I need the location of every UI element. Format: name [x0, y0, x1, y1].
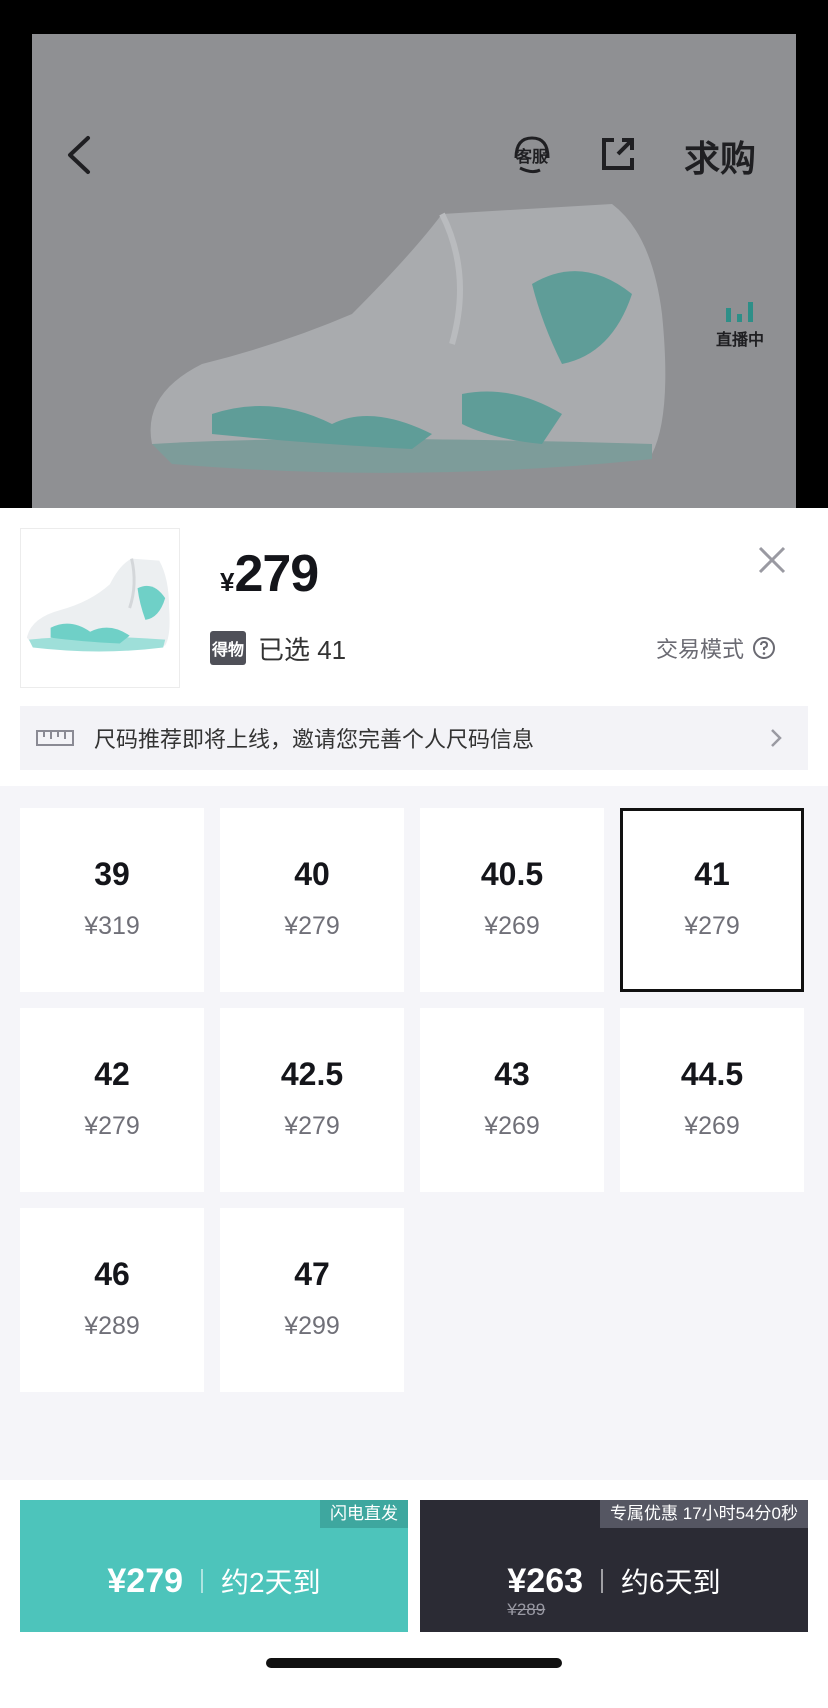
discount-price-group: ¥263 ¥289	[507, 1561, 584, 1619]
size-price: ¥279	[284, 1112, 340, 1140]
size-option[interactable]: 42.5 ¥279	[220, 1008, 404, 1192]
size-option[interactable]: 42 ¥279	[20, 1008, 204, 1192]
size-label: 42.5	[280, 1056, 344, 1092]
buy-discount-button[interactable]: 专属优惠 17小时54分0秒 ¥263 ¥289 约6天到	[420, 1500, 808, 1632]
selected-size-row: 得物 已选 41	[210, 630, 346, 666]
buy-fast-delivery-button[interactable]: 闪电直发 ¥279 约2天到	[20, 1500, 408, 1632]
chevron-right-icon	[771, 729, 782, 747]
shoe-thumbnail-image	[26, 558, 170, 652]
original-price: ¥289	[507, 1599, 546, 1619]
size-option[interactable]: 47 ¥299	[220, 1208, 404, 1392]
size-option[interactable]: 46 ¥289	[20, 1208, 204, 1392]
size-option-selected[interactable]: 41 ¥279	[620, 808, 804, 992]
ruler-icon	[36, 730, 74, 746]
price-value: 279	[234, 545, 319, 603]
customer-service-label: 客服	[516, 147, 549, 166]
size-option[interactable]: 40 ¥279	[220, 808, 404, 992]
customer-service-button[interactable]: 客服	[510, 132, 554, 176]
currency-symbol: ¥	[220, 567, 235, 597]
size-banner-text: 尺码推荐即将上线，邀请您完善个人尺码信息	[94, 727, 535, 752]
divider	[201, 1569, 204, 1593]
size-label: 39	[94, 856, 130, 892]
product-thumbnail	[20, 528, 180, 688]
shoe-image	[150, 204, 666, 473]
size-label: 40.5	[480, 856, 544, 892]
live-label: 直播中	[715, 332, 764, 349]
size-option[interactable]: 39 ¥319	[20, 808, 204, 992]
divider	[601, 1569, 604, 1593]
live-bars-icon	[726, 302, 753, 322]
sheet-header: ¥279 得物 已选 41 交易模式 尺码推荐即将上线，邀请您完善个人尺码信息	[0, 508, 828, 786]
purchase-action-bar: 闪电直发 ¥279 约2天到 专属优惠 17小时54分0秒 ¥263 ¥289 …	[0, 1480, 828, 1708]
size-label: 46	[94, 1256, 130, 1292]
share-icon[interactable]	[598, 134, 638, 174]
home-indicator[interactable]	[266, 1658, 562, 1668]
size-label: 42	[94, 1056, 130, 1092]
size-option[interactable]: 40.5 ¥269	[420, 808, 604, 992]
selected-size-text: 已选 41	[258, 634, 347, 665]
trade-mode-link[interactable]: 交易模式	[656, 632, 776, 664]
close-icon[interactable]	[756, 544, 788, 576]
size-option[interactable]: 43 ¥269	[420, 1008, 604, 1192]
discount-eta: 约6天到	[621, 1567, 721, 1598]
buy-request-button[interactable]: 求购	[684, 130, 756, 182]
current-price: ¥279	[220, 544, 319, 604]
question-circle-icon	[753, 637, 776, 659]
size-price: ¥279	[684, 912, 740, 940]
fast-eta: 约2天到	[221, 1567, 321, 1598]
size-label: 40	[294, 856, 330, 892]
size-price: ¥279	[284, 912, 340, 940]
discount-price: ¥263	[507, 1561, 584, 1600]
back-arrow-icon[interactable]	[60, 130, 100, 180]
size-option[interactable]: 44.5 ¥269	[620, 1008, 804, 1192]
fast-delivery-tag: 闪电直发	[320, 1500, 408, 1528]
headset-icon: 客服	[514, 136, 550, 174]
live-badge[interactable]: 直播中	[700, 296, 780, 350]
size-price: ¥269	[684, 1112, 740, 1140]
size-price: ¥289	[84, 1312, 140, 1340]
size-price: ¥269	[484, 912, 540, 940]
trade-mode-label: 交易模式	[656, 637, 745, 662]
size-label: 47	[294, 1256, 330, 1292]
size-price: ¥269	[484, 1112, 540, 1140]
fast-price: ¥279	[107, 1561, 184, 1600]
size-price: ¥299	[284, 1312, 340, 1340]
product-hero-area: 客服 求购 直播中	[0, 0, 828, 508]
dewu-tag-icon: 得物	[210, 631, 246, 665]
size-recommendation-banner[interactable]: 尺码推荐即将上线，邀请您完善个人尺码信息	[20, 706, 808, 770]
size-label: 43	[494, 1056, 530, 1092]
discount-countdown-tag: 专属优惠 17小时54分0秒	[600, 1500, 808, 1528]
product-image: 客服 求购 直播中	[32, 34, 796, 508]
size-price: ¥319	[84, 912, 140, 940]
size-label: 44.5	[680, 1056, 744, 1092]
size-selection-sheet: ¥279 得物 已选 41 交易模式 尺码推荐即将上线，邀请您完善个人尺码信息 …	[0, 508, 828, 1708]
size-label: 41	[694, 856, 730, 892]
size-price: ¥279	[84, 1112, 140, 1140]
